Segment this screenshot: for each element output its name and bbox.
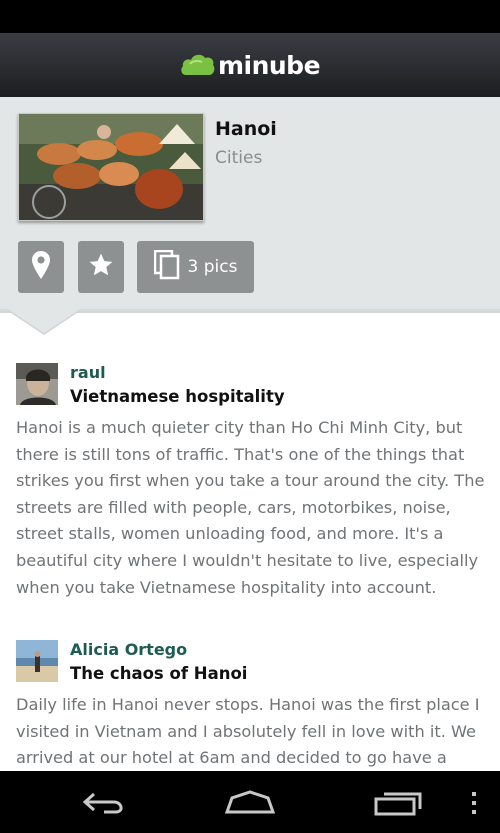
review-title: The chaos of Hanoi	[70, 664, 248, 683]
review-username[interactable]: Alicia Ortego	[70, 640, 187, 659]
star-icon	[88, 252, 114, 282]
home-icon[interactable]	[224, 790, 276, 820]
map-button[interactable]	[18, 241, 64, 293]
review-username[interactable]: raul	[70, 363, 106, 382]
place-category: Cities	[215, 148, 263, 168]
status-bar	[0, 0, 500, 33]
photos-button[interactable]: 3 pics	[137, 241, 254, 293]
app-logo[interactable]: minube	[180, 50, 321, 80]
minube-logo-icon	[180, 51, 216, 79]
logo-text: minube	[217, 50, 321, 80]
app-bar: minube	[0, 33, 500, 97]
review-item[interactable]: raul Vietnamese hospitality Hanoi is a m…	[16, 363, 488, 613]
photos-icon	[153, 249, 180, 284]
avatar[interactable]	[16, 363, 58, 405]
photos-count-label: 3 pics	[187, 257, 238, 277]
navigation-bar	[0, 771, 500, 833]
section-pointer	[0, 309, 500, 335]
favorite-button[interactable]	[78, 241, 124, 293]
recent-apps-icon[interactable]	[372, 789, 424, 821]
place-title: Hanoi	[215, 118, 277, 140]
place-photo[interactable]	[18, 113, 204, 221]
review-body: Daily life in Hanoi never stops. Hanoi w…	[16, 695, 480, 768]
avatar[interactable]	[16, 640, 58, 682]
review-title: Vietnamese hospitality	[70, 387, 285, 406]
review-item[interactable]: Alicia Ortego The chaos of Hanoi Daily l…	[16, 640, 488, 771]
back-icon[interactable]	[82, 790, 128, 820]
map-pin-icon	[31, 250, 51, 284]
overflow-menu-icon[interactable]	[469, 790, 479, 820]
review-body: Hanoi is a much quieter city than Ho Chi…	[16, 418, 485, 597]
